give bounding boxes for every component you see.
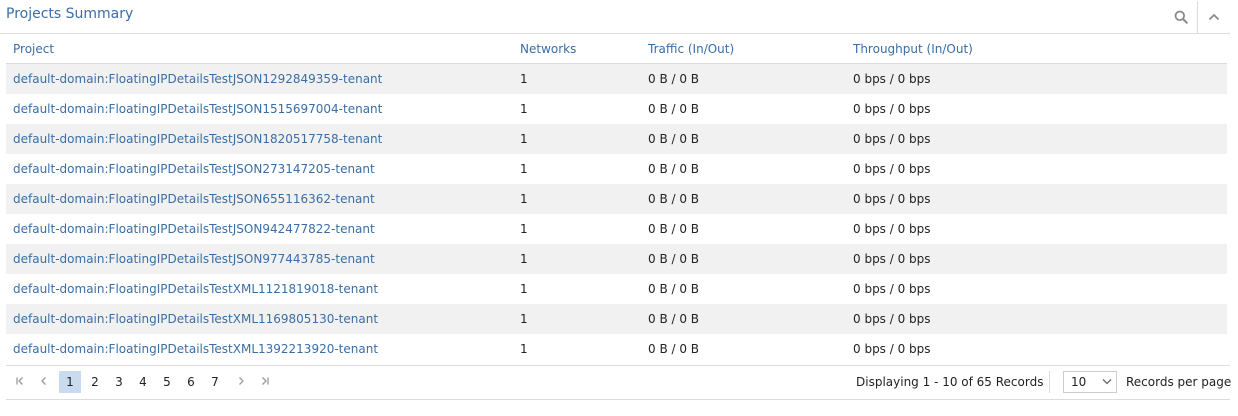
- networks-cell: 1: [520, 102, 528, 116]
- records-per-page-label: Records per page: [1126, 375, 1232, 389]
- project-link[interactable]: default-domain:FloatingIPDetailsTestJSON…: [13, 192, 375, 206]
- last-page-button[interactable]: [255, 371, 275, 391]
- page-size-value: 10: [1071, 375, 1087, 389]
- throughput-cell: 0 bps / 0 bps: [853, 102, 931, 116]
- page-size-select[interactable]: 10: [1063, 371, 1117, 393]
- pager-divider: [1049, 371, 1050, 393]
- next-page-button[interactable]: [231, 371, 251, 391]
- page-2-button[interactable]: 2: [84, 371, 106, 393]
- networks-cell: 1: [520, 132, 528, 146]
- traffic-cell: 0 B / 0 B: [648, 252, 700, 266]
- last-page-icon: [262, 377, 269, 385]
- page-1-button[interactable]: 1: [59, 371, 81, 393]
- project-link[interactable]: default-domain:FloatingIPDetailsTestXML1…: [13, 342, 378, 356]
- throughput-cell: 0 bps / 0 bps: [853, 162, 931, 176]
- throughput-cell: 0 bps / 0 bps: [853, 342, 931, 356]
- previous-page-icon: [41, 377, 46, 385]
- project-link[interactable]: default-domain:FloatingIPDetailsTestJSON…: [13, 132, 382, 146]
- traffic-cell: 0 B / 0 B: [648, 102, 700, 116]
- projects-table: Project Networks Traffic (In/Out) Throug…: [6, 34, 1227, 364]
- table-header: Project Networks Traffic (In/Out) Throug…: [6, 34, 1227, 64]
- traffic-cell: 0 B / 0 B: [648, 282, 700, 296]
- traffic-cell: 0 B / 0 B: [648, 342, 700, 356]
- projects-summary-widget: Projects Summary Project Networks Traffi…: [0, 0, 1232, 400]
- throughput-cell: 0 bps / 0 bps: [853, 312, 931, 326]
- table-row: default-domain:FloatingIPDetailsTestJSON…: [6, 64, 1227, 94]
- table-row: default-domain:FloatingIPDetailsTestXML1…: [6, 334, 1227, 364]
- throughput-cell: 0 bps / 0 bps: [853, 72, 931, 86]
- records-info: Displaying 1 - 10 of 65 Records: [856, 375, 1044, 389]
- previous-page-button[interactable]: [34, 371, 54, 391]
- column-header-project[interactable]: Project: [13, 42, 54, 56]
- table-row: default-domain:FloatingIPDetailsTestJSON…: [6, 244, 1227, 274]
- project-link[interactable]: default-domain:FloatingIPDetailsTestXML1…: [13, 282, 378, 296]
- search-button[interactable]: [1165, 1, 1197, 33]
- chevron-down-icon: [1102, 379, 1112, 385]
- project-link[interactable]: default-domain:FloatingIPDetailsTestJSON…: [13, 252, 375, 266]
- page-6-button[interactable]: 6: [180, 371, 202, 393]
- networks-cell: 1: [520, 72, 528, 86]
- project-link[interactable]: default-domain:FloatingIPDetailsTestXML1…: [13, 312, 378, 326]
- table-row: default-domain:FloatingIPDetailsTestJSON…: [6, 154, 1227, 184]
- first-page-button[interactable]: [10, 371, 30, 391]
- search-icon: [1174, 10, 1188, 24]
- collapse-button[interactable]: [1197, 1, 1230, 33]
- networks-cell: 1: [520, 252, 528, 266]
- project-link[interactable]: default-domain:FloatingIPDetailsTestJSON…: [13, 72, 382, 86]
- table-row: default-domain:FloatingIPDetailsTestJSON…: [6, 184, 1227, 214]
- throughput-cell: 0 bps / 0 bps: [853, 132, 931, 146]
- traffic-cell: 0 B / 0 B: [648, 192, 700, 206]
- table-row: default-domain:FloatingIPDetailsTestJSON…: [6, 94, 1227, 124]
- column-header-throughput[interactable]: Throughput (In/Out): [853, 42, 973, 56]
- table-row: default-domain:FloatingIPDetailsTestXML1…: [6, 274, 1227, 304]
- networks-cell: 1: [520, 312, 528, 326]
- traffic-cell: 0 B / 0 B: [648, 312, 700, 326]
- networks-cell: 1: [520, 342, 528, 356]
- project-link[interactable]: default-domain:FloatingIPDetailsTestJSON…: [13, 102, 382, 116]
- next-page-icon: [239, 377, 244, 385]
- networks-cell: 1: [520, 222, 528, 236]
- first-page-icon: [16, 377, 23, 385]
- traffic-cell: 0 B / 0 B: [648, 72, 700, 86]
- column-header-traffic[interactable]: Traffic (In/Out): [648, 42, 734, 56]
- project-link[interactable]: default-domain:FloatingIPDetailsTestJSON…: [13, 222, 375, 236]
- traffic-cell: 0 B / 0 B: [648, 222, 700, 236]
- widget-header: Projects Summary: [0, 0, 1230, 34]
- table-row: default-domain:FloatingIPDetailsTestJSON…: [6, 124, 1227, 154]
- table-row: default-domain:FloatingIPDetailsTestXML1…: [6, 304, 1227, 334]
- table-row: default-domain:FloatingIPDetailsTestJSON…: [6, 214, 1227, 244]
- throughput-cell: 0 bps / 0 bps: [853, 222, 931, 236]
- page-4-button[interactable]: 4: [132, 371, 154, 393]
- throughput-cell: 0 bps / 0 bps: [853, 282, 931, 296]
- column-header-networks[interactable]: Networks: [520, 42, 576, 56]
- throughput-cell: 0 bps / 0 bps: [853, 252, 931, 266]
- pagination-bar: 1 2 3 4 5 6 7 Displaying 1 - 10 of 65 Re…: [6, 365, 1232, 400]
- widget-title: Projects Summary: [6, 6, 134, 22]
- networks-cell: 1: [520, 282, 528, 296]
- project-link[interactable]: default-domain:FloatingIPDetailsTestJSON…: [13, 162, 375, 176]
- chevron-up-icon: [1208, 13, 1220, 21]
- throughput-cell: 0 bps / 0 bps: [853, 192, 931, 206]
- page-7-button[interactable]: 7: [204, 371, 226, 393]
- networks-cell: 1: [520, 162, 528, 176]
- traffic-cell: 0 B / 0 B: [648, 132, 700, 146]
- traffic-cell: 0 B / 0 B: [648, 162, 700, 176]
- networks-cell: 1: [520, 192, 528, 206]
- page-3-button[interactable]: 3: [108, 371, 130, 393]
- page-5-button[interactable]: 5: [156, 371, 178, 393]
